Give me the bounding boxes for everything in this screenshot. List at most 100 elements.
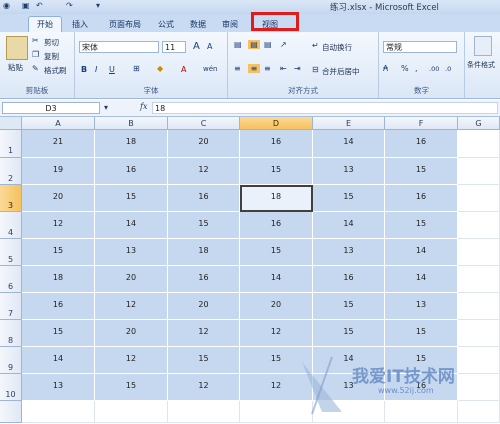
row-header-11[interactable] bbox=[0, 401, 22, 423]
cell-c3[interactable]: 16 bbox=[168, 185, 240, 212]
paste-button[interactable]: 粘贴 bbox=[8, 62, 23, 73]
conditional-format-icon[interactable] bbox=[474, 36, 492, 56]
tab-data[interactable]: 数据 bbox=[186, 17, 210, 32]
decrease-indent-icon[interactable]: ⇤ bbox=[280, 64, 287, 73]
cell-f2[interactable]: 15 bbox=[385, 158, 458, 185]
cell-f5[interactable]: 14 bbox=[385, 239, 458, 266]
currency-icon[interactable]: ₳ bbox=[383, 64, 388, 73]
cell-a6[interactable]: 18 bbox=[22, 266, 95, 293]
cell-b6[interactable]: 20 bbox=[95, 266, 168, 293]
align-left-icon[interactable]: ≡ bbox=[234, 64, 241, 73]
number-format-select[interactable]: 常规 bbox=[383, 41, 457, 53]
column-header-g[interactable]: G bbox=[458, 117, 500, 130]
merge-center-button[interactable]: 合并后居中 bbox=[322, 66, 360, 77]
cell-g6[interactable] bbox=[458, 266, 500, 293]
cell-f3[interactable]: 16 bbox=[385, 185, 458, 212]
cell-d7[interactable]: 20 bbox=[240, 293, 313, 320]
row-header-10[interactable]: 10 bbox=[0, 374, 22, 401]
cell-g4[interactable] bbox=[458, 212, 500, 239]
cell-g5[interactable] bbox=[458, 239, 500, 266]
cell-b7[interactable]: 12 bbox=[95, 293, 168, 320]
align-center-icon[interactable]: ≡ bbox=[248, 64, 260, 73]
conditional-format-button[interactable]: 条件格式 bbox=[467, 60, 495, 70]
cell-g8[interactable] bbox=[458, 320, 500, 347]
cell-c6[interactable]: 16 bbox=[168, 266, 240, 293]
column-header-f[interactable]: F bbox=[385, 117, 458, 130]
font-size-select[interactable]: 11 bbox=[162, 41, 186, 53]
office-button-icon[interactable]: ◉ bbox=[3, 1, 10, 12]
increase-indent-icon[interactable]: ⇥ bbox=[294, 64, 301, 73]
cell-a1[interactable]: 21 bbox=[22, 130, 95, 158]
wrap-text-button[interactable]: 自动换行 bbox=[322, 42, 352, 53]
cell-c1[interactable]: 20 bbox=[168, 130, 240, 158]
cell-a5[interactable]: 15 bbox=[22, 239, 95, 266]
cell-c5[interactable]: 18 bbox=[168, 239, 240, 266]
name-box[interactable]: D3 bbox=[2, 102, 100, 114]
cell-b8[interactable]: 20 bbox=[95, 320, 168, 347]
row-header-8[interactable]: 8 bbox=[0, 320, 22, 347]
cell-a3[interactable]: 20 bbox=[22, 185, 95, 212]
tab-review[interactable]: 审阅 bbox=[218, 17, 242, 32]
formula-input[interactable]: 18 bbox=[152, 102, 498, 114]
column-header-a[interactable]: A bbox=[22, 117, 95, 130]
cell-e3[interactable]: 15 bbox=[313, 185, 385, 212]
underline-button[interactable]: U bbox=[109, 65, 115, 74]
paste-icon[interactable] bbox=[6, 36, 28, 60]
undo-icon[interactable]: ↶ bbox=[36, 1, 43, 12]
cell-f1[interactable]: 16 bbox=[385, 130, 458, 158]
shrink-font-button[interactable]: A bbox=[207, 42, 212, 51]
cell-e7[interactable]: 15 bbox=[313, 293, 385, 320]
increase-decimal-icon[interactable]: .00 bbox=[429, 65, 439, 73]
cell-b3[interactable]: 15 bbox=[95, 185, 168, 212]
cell-d1[interactable]: 16 bbox=[240, 130, 313, 158]
orientation-icon[interactable]: ↗ bbox=[280, 40, 287, 49]
bold-button[interactable]: B bbox=[81, 65, 87, 74]
cell-b9[interactable]: 12 bbox=[95, 347, 168, 374]
cell-b2[interactable]: 16 bbox=[95, 158, 168, 185]
cell-f8[interactable]: 15 bbox=[385, 320, 458, 347]
cell-c8[interactable]: 12 bbox=[168, 320, 240, 347]
row-header-3[interactable]: 3 bbox=[0, 185, 22, 212]
cell-f7[interactable]: 13 bbox=[385, 293, 458, 320]
cell-d2[interactable]: 15 bbox=[240, 158, 313, 185]
cell-b4[interactable]: 14 bbox=[95, 212, 168, 239]
cell-d6[interactable]: 14 bbox=[240, 266, 313, 293]
save-icon[interactable]: ▣ bbox=[22, 1, 30, 12]
row-header-1[interactable]: 1 bbox=[0, 130, 22, 158]
percent-button[interactable]: % bbox=[401, 64, 409, 73]
comma-button[interactable]: , bbox=[415, 64, 418, 73]
cell-g3[interactable] bbox=[458, 185, 500, 212]
row-header-7[interactable]: 7 bbox=[0, 293, 22, 320]
row-header-2[interactable]: 2 bbox=[0, 158, 22, 185]
cell-a4[interactable]: 12 bbox=[22, 212, 95, 239]
row-header-5[interactable]: 5 bbox=[0, 239, 22, 266]
column-header-c[interactable]: C bbox=[168, 117, 240, 130]
cell-b10[interactable]: 15 bbox=[95, 374, 168, 401]
cell-d3[interactable]: 18 bbox=[240, 185, 313, 212]
tab-formulas[interactable]: 公式 bbox=[154, 17, 178, 32]
decrease-decimal-icon[interactable]: .0 bbox=[445, 65, 451, 73]
cell-e8[interactable]: 15 bbox=[313, 320, 385, 347]
phonetic-button[interactable]: wén bbox=[203, 65, 217, 73]
cell-e2[interactable]: 13 bbox=[313, 158, 385, 185]
column-header-e[interactable]: E bbox=[313, 117, 385, 130]
cell-e5[interactable]: 13 bbox=[313, 239, 385, 266]
cell-g1[interactable] bbox=[458, 130, 500, 158]
cell-b11[interactable] bbox=[95, 401, 168, 423]
cell-c7[interactable]: 20 bbox=[168, 293, 240, 320]
row-header-9[interactable]: 9 bbox=[0, 347, 22, 374]
align-middle-icon[interactable]: ▤ bbox=[248, 40, 260, 49]
tab-page-layout[interactable]: 页面布局 bbox=[104, 17, 146, 32]
cell-g7[interactable] bbox=[458, 293, 500, 320]
cell-a9[interactable]: 14 bbox=[22, 347, 95, 374]
cell-a11[interactable] bbox=[22, 401, 95, 423]
cell-e4[interactable]: 14 bbox=[313, 212, 385, 239]
cell-d8[interactable]: 12 bbox=[240, 320, 313, 347]
cell-a2[interactable]: 19 bbox=[22, 158, 95, 185]
cut-button[interactable]: 剪切 bbox=[44, 37, 59, 48]
align-bottom-icon[interactable]: ▤ bbox=[264, 40, 272, 49]
cell-f4[interactable]: 15 bbox=[385, 212, 458, 239]
row-header-6[interactable]: 6 bbox=[0, 266, 22, 293]
redo-icon[interactable]: ↷ bbox=[66, 1, 73, 12]
cell-c10[interactable]: 12 bbox=[168, 374, 240, 401]
